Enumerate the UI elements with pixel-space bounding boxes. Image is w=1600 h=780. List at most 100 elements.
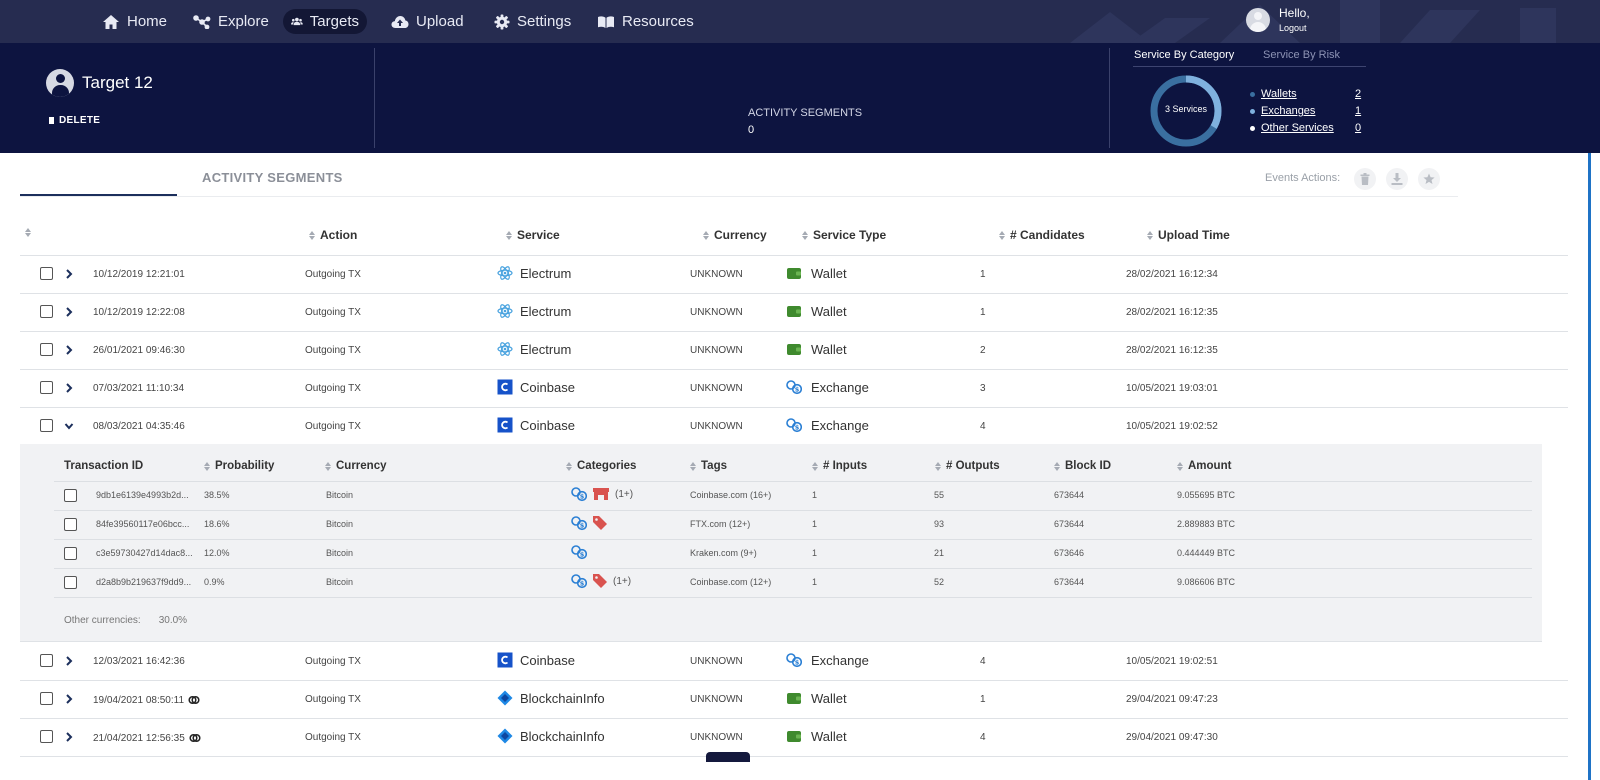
blockchaininfo-icon	[497, 728, 513, 744]
delete-target-button[interactable]: DELETE	[49, 115, 100, 126]
nav-home[interactable]: Home	[94, 9, 175, 34]
scrollbar[interactable]	[1588, 153, 1591, 780]
chevron-right-icon[interactable]	[64, 382, 74, 394]
row-service: Coinbase	[497, 652, 575, 668]
table-row[interactable]: 26/01/2021 09:46:30 Outgoing TX Electrum…	[20, 332, 1568, 370]
legend-other-services: Other Services 0	[1250, 122, 1361, 134]
candidate-checkbox[interactable]	[64, 547, 77, 560]
row-service-name: Coinbase	[520, 652, 575, 668]
chevron-right-icon[interactable]	[64, 655, 74, 667]
row-checkbox[interactable]	[40, 654, 53, 667]
categories-more[interactable]: (1+)	[613, 576, 631, 587]
table-row[interactable]: 10/12/2019 12:22:08 Outgoing TX Electrum…	[20, 294, 1568, 332]
nav-explore[interactable]: Explore	[185, 9, 277, 34]
row-checkbox[interactable]	[40, 343, 53, 356]
legend-exchanges: Exchanges 1	[1250, 105, 1361, 117]
nav-settings-label: Settings	[517, 13, 572, 30]
download-events-button[interactable]	[1386, 168, 1408, 190]
column-label: Amount	[1188, 460, 1232, 472]
candidate-inputs: 1	[812, 577, 818, 587]
legend-dot	[1250, 108, 1255, 114]
column-header-service[interactable]: Service	[506, 228, 560, 242]
subcolumn-outputs[interactable]: # Outputs	[935, 460, 1000, 472]
subcolumn-inputs[interactable]: # Inputs	[812, 460, 867, 472]
candidate-checkbox[interactable]	[64, 489, 77, 502]
target-name: Target 12	[82, 73, 153, 92]
chevron-down-icon[interactable]	[64, 420, 74, 432]
subcolumn-currency[interactable]: Currency	[325, 460, 387, 472]
chevron-right-icon[interactable]	[64, 306, 74, 318]
candidate-txid[interactable]: d2a8b9b219637f9dd9...	[96, 577, 191, 587]
delete-events-button[interactable]	[1354, 168, 1376, 190]
table-row[interactable]: 07/03/2021 11:10:34 Outgoing TX Coinbase…	[20, 370, 1568, 408]
table-row[interactable]: 12/03/2021 16:42:36 Outgoing TX Coinbase…	[20, 643, 1568, 681]
column-header-upload-time[interactable]: Upload Time	[1147, 228, 1230, 242]
legend-exchanges-count[interactable]: 1	[1355, 105, 1361, 117]
row-checkbox[interactable]	[40, 305, 53, 318]
candidate-checkbox[interactable]	[64, 576, 77, 589]
table-row[interactable]: 21/04/2021 12:56:35 Outgoing TX Blockcha…	[20, 719, 1568, 757]
candidate-row[interactable]: 9db1e6139e4993b2d... 38.5% Bitcoin $ (1+…	[54, 481, 1532, 509]
row-service-type-name: Exchange	[811, 379, 869, 395]
column-header-date[interactable]	[25, 228, 31, 237]
candidate-outputs: 93	[934, 519, 945, 529]
tab-service-by-risk[interactable]: Service By Risk	[1263, 49, 1340, 66]
candidate-categories: $	[571, 544, 592, 560]
candidate-txid[interactable]: c3e59730427d14dac8...	[96, 548, 193, 558]
legend-exchanges-link[interactable]: Exchanges	[1261, 105, 1355, 117]
candidate-inputs: 1	[812, 548, 818, 558]
candidate-txid[interactable]: 84fe39560117e06bcc...	[96, 519, 189, 529]
row-service-type-name: Wallet	[811, 728, 847, 744]
legend-wallets-count[interactable]: 2	[1355, 88, 1361, 100]
subcolumn-categories[interactable]: Categories	[566, 460, 636, 472]
candidate-checkbox[interactable]	[64, 518, 77, 531]
nav-upload[interactable]: Upload	[383, 9, 472, 34]
download-icon	[1391, 173, 1403, 185]
table-row[interactable]: 19/04/2021 08:50:11 Outgoing TX Blockcha…	[20, 681, 1568, 719]
subcolumn-block-id[interactable]: Block ID	[1054, 460, 1111, 472]
column-header-candidates[interactable]: # Candidates	[999, 228, 1085, 242]
table-row[interactable]: 10/12/2019 12:21:01 Outgoing TX Electrum…	[20, 256, 1568, 294]
row-checkbox[interactable]	[40, 267, 53, 280]
scroll-handle[interactable]	[706, 752, 750, 762]
subcolumn-tags[interactable]: Tags	[690, 460, 727, 472]
row-service-type: $ Exchange	[786, 379, 869, 395]
row-checkbox[interactable]	[40, 692, 53, 705]
legend-wallets-link[interactable]: Wallets	[1261, 88, 1355, 100]
candidate-currency: Bitcoin	[326, 577, 354, 587]
row-checkbox[interactable]	[40, 381, 53, 394]
row-candidates: 1	[980, 694, 986, 705]
candidate-row[interactable]: c3e59730427d14dac8... 12.0% Bitcoin $ Kr…	[54, 539, 1532, 567]
categories-more[interactable]: (1+)	[615, 489, 633, 500]
nav-settings[interactable]: Settings	[486, 9, 579, 34]
nav-targets[interactable]: Targets	[283, 9, 367, 34]
nav-resources[interactable]: Resources	[589, 9, 702, 34]
chevron-right-icon[interactable]	[64, 731, 74, 743]
star-events-button[interactable]	[1418, 168, 1440, 190]
header-divider	[1109, 48, 1110, 148]
logout-link[interactable]: Logout	[1279, 23, 1310, 33]
subcolumn-probability[interactable]: Probability	[204, 460, 274, 472]
table-row-expanded[interactable]: 08/03/2021 04:35:46 Outgoing TX Coinbase…	[20, 408, 1568, 446]
chevron-right-icon[interactable]	[64, 344, 74, 356]
chevron-right-icon[interactable]	[64, 693, 74, 705]
row-date-text: 10/12/2019 12:22:08	[93, 307, 185, 318]
row-checkbox[interactable]	[40, 419, 53, 432]
legend-other-services-count[interactable]: 0	[1355, 122, 1361, 134]
tab-service-by-category[interactable]: Service By Category	[1134, 49, 1235, 67]
trash-icon	[49, 117, 54, 124]
subcolumn-amount[interactable]: Amount	[1177, 460, 1231, 472]
column-header-service-type[interactable]: Service Type	[802, 228, 886, 242]
user-avatar[interactable]	[1246, 7, 1270, 32]
column-header-action[interactable]: Action	[309, 228, 357, 242]
candidate-txid[interactable]: 9db1e6139e4993b2d...	[96, 490, 189, 500]
row-checkbox[interactable]	[40, 730, 53, 743]
tag-icon	[593, 574, 607, 588]
chevron-right-icon[interactable]	[64, 268, 74, 280]
legend-other-services-link[interactable]: Other Services	[1261, 122, 1355, 134]
candidate-row[interactable]: 84fe39560117e06bcc... 18.6% Bitcoin $ FT…	[54, 510, 1532, 538]
column-header-currency[interactable]: Currency	[703, 228, 767, 242]
column-label: Service Type	[813, 228, 887, 242]
wallet-icon	[787, 306, 801, 317]
candidate-row[interactable]: d2a8b9b219637f9dd9... 0.9% Bitcoin $ (1+…	[54, 568, 1532, 596]
